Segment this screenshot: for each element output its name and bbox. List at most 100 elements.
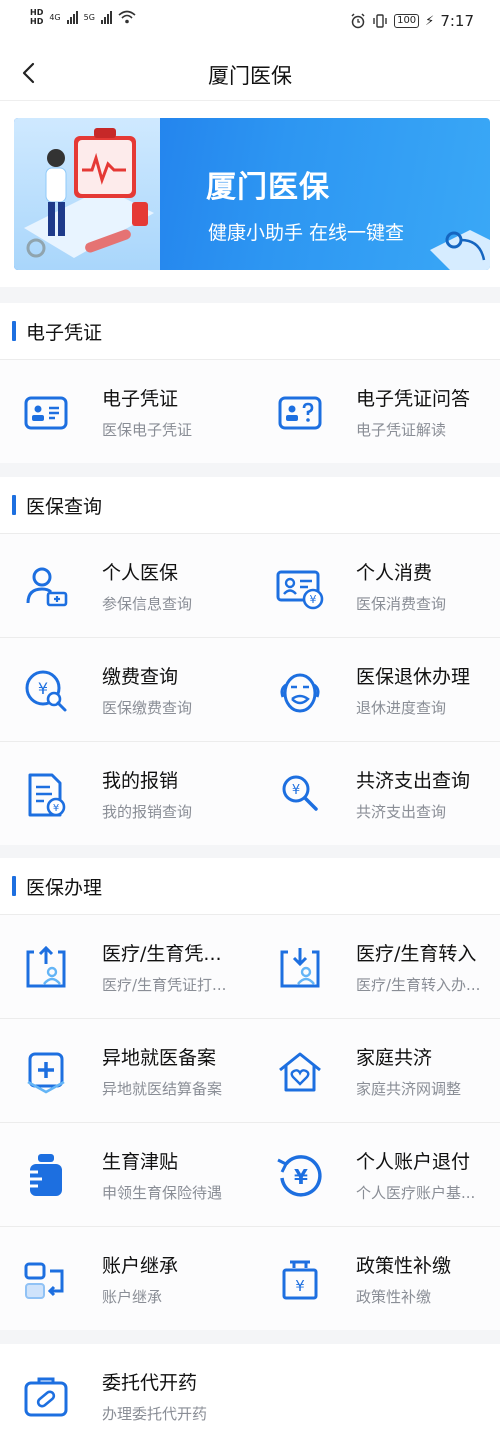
service-title: 政策性补缴 — [356, 1255, 452, 1277]
section-insurance-query: 医保查询 个人医保 参保信息查询 ¥ 个人消费 医保消费查询 ¥ 缴费查询 医保… — [0, 477, 500, 845]
service-policy-payment[interactable]: ¥ 政策性补缴 政策性补缴 — [254, 1227, 500, 1330]
section-proxy-medicine: 委托代开药 办理委托代开药 — [0, 1344, 500, 1447]
service-title: 缴费查询 — [102, 666, 179, 688]
service-retirement[interactable]: 医保退休办理 退休进度查询 — [254, 638, 500, 741]
stethoscope-illustration-icon — [430, 230, 490, 270]
service-title: 共济支出查询 — [356, 770, 471, 792]
service-subtitle: 医保电子凭证 — [102, 421, 193, 439]
status-bar: HD HD 4G 5G 100 ⚡ 7:17 — [0, 0, 500, 46]
grid-row: ¥ 我的报销 我的报销查询 ¥ 共济支出查询 共济支出查询 — [0, 741, 500, 845]
service-subtitle: 异地就医结算备案 — [102, 1080, 223, 1098]
network-type: 4G — [49, 12, 61, 22]
service-subtitle: 电子凭证解读 — [356, 421, 447, 439]
signal-icon — [66, 10, 78, 24]
service-subtitle: 家庭共济网调整 — [356, 1080, 462, 1098]
service-title: 个人医保 — [102, 562, 179, 584]
magnifier-yuan-icon: ¥ — [276, 771, 324, 819]
service-personal-consumption[interactable]: ¥ 个人消费 医保消费查询 — [254, 534, 500, 637]
home-heart-icon — [276, 1048, 324, 1096]
service-account-refund[interactable]: ¥ 个人账户退付 个人医疗账户基... — [254, 1123, 500, 1226]
service-transfer-out[interactable]: 医疗/生育凭... 医疗/生育凭证打... — [0, 915, 250, 1018]
service-account-inheritance[interactable]: 账户继承 账户继承 — [0, 1227, 250, 1330]
service-subtitle: 参保信息查询 — [102, 595, 193, 613]
signal-icon-2 — [100, 10, 112, 24]
service-transfer-in[interactable]: 医疗/生育转入 医疗/生育转入办... — [254, 915, 500, 1018]
svg-text:¥: ¥ — [310, 593, 317, 606]
svg-text:¥: ¥ — [294, 1165, 308, 1189]
consumption-card-icon: ¥ — [276, 563, 324, 611]
section-accent-bar — [12, 495, 16, 515]
service-subtitle: 我的报销查询 — [102, 803, 193, 821]
service-subtitle: 办理委托代开药 — [102, 1405, 208, 1423]
svg-text:¥: ¥ — [292, 783, 300, 798]
section-accent-bar — [12, 876, 16, 896]
service-title: 医疗/生育凭... — [102, 943, 222, 965]
service-e-voucher[interactable]: 电子凭证 医保电子凭证 — [0, 360, 250, 463]
wifi-icon — [118, 10, 136, 24]
nav-bar: 厦门医保 — [0, 46, 500, 101]
person-card-icon — [22, 563, 70, 611]
service-title: 委托代开药 — [102, 1372, 198, 1394]
grid-row: 生育津贴 申领生育保险待遇 ¥ 个人账户退付 个人医疗账户基... — [0, 1122, 500, 1226]
service-my-reimbursement[interactable]: ¥ 我的报销 我的报销查询 — [0, 742, 250, 845]
grid-row: 账户继承 账户继承 ¥ 政策性补缴 政策性补缴 — [0, 1226, 500, 1330]
service-maternity-allowance[interactable]: 生育津贴 申领生育保险待遇 — [0, 1123, 250, 1226]
svg-text:¥: ¥ — [38, 679, 48, 698]
service-payment-query[interactable]: ¥ 缴费查询 医保缴费查询 — [0, 638, 250, 741]
hd-icon: HD HD — [30, 8, 44, 26]
service-e-voucher-qa[interactable]: 电子凭证问答 电子凭证解读 — [254, 360, 500, 463]
svg-text:¥: ¥ — [53, 803, 59, 814]
service-title: 家庭共济 — [356, 1047, 433, 1069]
service-title: 电子凭证问答 — [356, 388, 471, 410]
service-subtitle: 个人医疗账户基... — [356, 1184, 476, 1202]
network-type-2: 5G — [83, 12, 95, 22]
service-subtitle: 医保消费查询 — [356, 595, 447, 613]
service-mutual-aid-query[interactable]: ¥ 共济支出查询 共济支出查询 — [254, 742, 500, 845]
yuan-search-icon: ¥ — [22, 667, 70, 715]
service-offsite-registration[interactable]: 异地就医备案 异地就医结算备案 — [0, 1019, 250, 1122]
section-title: 医保查询 — [26, 496, 103, 518]
transfer-out-icon — [22, 944, 70, 992]
service-subtitle: 退休进度查询 — [356, 699, 447, 717]
status-right: 100 ⚡ 7:17 — [350, 12, 474, 30]
service-subtitle: 账户继承 — [102, 1288, 163, 1306]
banner-title: 厦门医保 — [206, 170, 330, 205]
service-title: 账户继承 — [102, 1255, 179, 1277]
medical-shield-icon — [22, 1048, 70, 1096]
service-title: 医疗/生育转入 — [356, 943, 477, 965]
service-subtitle: 医保缴费查询 — [102, 699, 193, 717]
service-subtitle: 共济支出查询 — [356, 803, 447, 821]
doctor-illustration-icon — [24, 128, 154, 258]
grid-row: 委托代开药 办理委托代开药 — [0, 1344, 500, 1447]
bottle-icon — [22, 1152, 70, 1200]
service-proxy-medicine[interactable]: 委托代开药 办理委托代开药 — [0, 1344, 250, 1447]
page-title: 厦门医保 — [208, 64, 292, 88]
service-title: 个人消费 — [356, 562, 433, 584]
service-personal-insurance[interactable]: 个人医保 参保信息查询 — [0, 534, 250, 637]
clock: 7:17 — [440, 12, 474, 30]
section-header: 电子凭证 — [0, 303, 500, 359]
vibrate-icon — [373, 14, 387, 28]
transfer-in-icon — [276, 944, 324, 992]
elder-face-icon — [276, 667, 324, 715]
status-left: HD HD 4G 5G — [30, 8, 136, 26]
grid-row: 医疗/生育凭... 医疗/生育凭证打... 医疗/生育转入 医疗/生育转入办..… — [0, 914, 500, 1018]
refund-yuan-icon: ¥ — [276, 1152, 324, 1200]
section-e-voucher: 电子凭证 电子凭证 医保电子凭证 电子凭证问答 电子凭证解读 — [0, 303, 500, 463]
service-title: 电子凭证 — [102, 388, 179, 410]
section-accent-bar — [12, 321, 16, 341]
grid-row: 异地就医备案 异地就医结算备案 家庭共济 家庭共济网调整 — [0, 1018, 500, 1122]
service-family-mutual-aid[interactable]: 家庭共济 家庭共济网调整 — [254, 1019, 500, 1122]
service-subtitle: 医疗/生育转入办... — [356, 976, 481, 994]
banner[interactable]: 厦门医保 健康小助手 在线一键查 — [14, 118, 490, 270]
charging-icon: ⚡ — [425, 13, 435, 29]
service-title: 我的报销 — [102, 770, 179, 792]
section-title: 医保办理 — [26, 877, 103, 899]
service-subtitle: 医疗/生育凭证打... — [102, 976, 227, 994]
section-insurance-services: 医保办理 医疗/生育凭... 医疗/生育凭证打... 医疗/生育转入 医疗/生育… — [0, 858, 500, 1330]
banner-illustration — [14, 118, 160, 270]
account-inherit-icon — [22, 1256, 70, 1304]
svg-text:¥: ¥ — [295, 1277, 305, 1295]
section-header: 医保办理 — [0, 858, 500, 914]
service-title: 生育津贴 — [102, 1151, 179, 1173]
